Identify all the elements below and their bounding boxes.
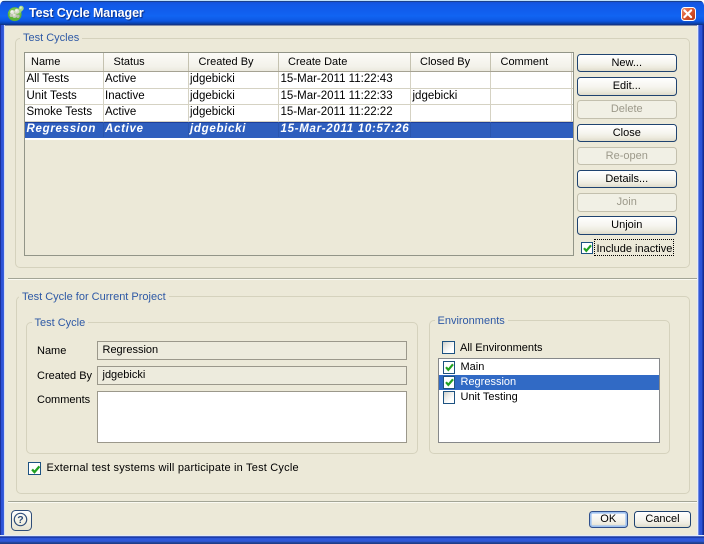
svg-text:?: ? <box>18 514 24 526</box>
